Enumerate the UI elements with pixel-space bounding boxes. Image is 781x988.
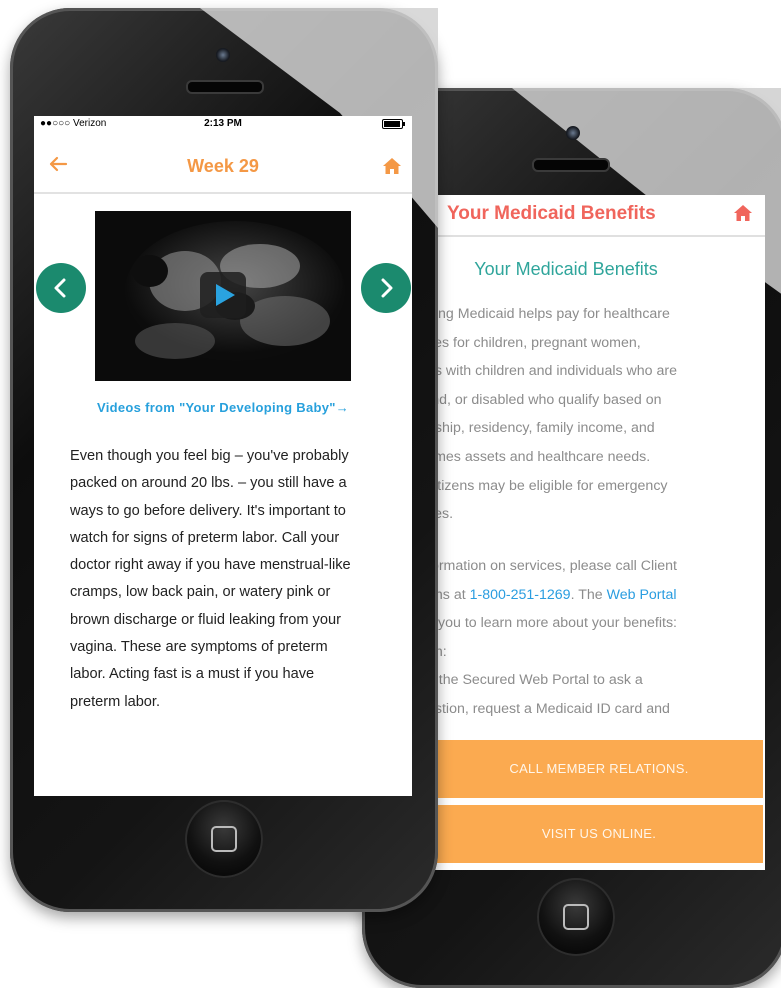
paragraph-line: ces for children, pregnant women, xyxy=(435,334,641,351)
nav-bar: Week 29 xyxy=(34,132,412,194)
play-button[interactable] xyxy=(200,272,246,318)
paragraph-text: ons at xyxy=(435,586,466,603)
phone-number-link[interactable]: 1-800-251-1269 xyxy=(470,587,571,603)
chevron-right-icon xyxy=(381,278,393,298)
nav-title: Your Medicaid Benefits xyxy=(447,203,656,224)
paragraph-line: ces. xyxy=(435,506,454,523)
back-phone-screen: Your Medicaid Benefits Your Medicaid Ben… xyxy=(435,195,765,870)
paragraph-line: estion, request a Medicaid ID card and xyxy=(435,700,670,717)
paragraph-line: times assets and healthcare needs. xyxy=(435,448,651,465)
paragraph-line: blind, or disabled who qualify based on xyxy=(435,391,662,408)
paragraph-line: formation on services, please call Clien… xyxy=(435,558,677,574)
body-line: labor. Acting fast is a must if you have xyxy=(70,666,315,683)
paragraph-line: es with children and individuals who are xyxy=(435,363,677,380)
paragraph-line: citizens may be eligible for emergency xyxy=(435,477,668,494)
clock: 2:13 PM xyxy=(204,118,242,129)
nav-bar: Your Medicaid Benefits xyxy=(435,195,765,237)
speaker-grille xyxy=(186,80,264,94)
front-phone-frame: ●●○○○ Verizon 2:13 PM Week 29 Videos fro… xyxy=(10,8,438,912)
play-icon xyxy=(216,284,235,306)
next-button[interactable] xyxy=(361,263,411,313)
body-line: watch for signs of preterm labor. Call y… xyxy=(70,529,340,546)
paragraph-text: . The xyxy=(570,586,607,603)
home-button[interactable] xyxy=(537,878,615,956)
video-caption-link[interactable]: Videos from "Your Developing Baby"→ xyxy=(34,400,412,415)
call-member-relations-button[interactable]: CALL MEMBER RELATIONS. xyxy=(435,740,763,798)
paragraph-line: ons at 1-800-251-1269. The Web Portal xyxy=(435,581,677,610)
front-phone-screen: ●●○○○ Verizon 2:13 PM Week 29 Videos fro… xyxy=(34,116,412,796)
battery-icon xyxy=(382,119,405,129)
speaker-grille xyxy=(532,158,610,172)
camera-icon xyxy=(216,48,230,62)
body-line: Even though you feel big – you've probab… xyxy=(70,448,349,464)
paragraph-line: nship, residency, family income, and xyxy=(435,420,655,437)
chevron-left-icon xyxy=(54,278,66,298)
paragraph-line: to the Secured Web Portal to ask a xyxy=(435,672,643,689)
week-description: Even though you feel big – you've probab… xyxy=(70,443,400,716)
contact-paragraph: formation on services, please call Clien… xyxy=(435,552,677,724)
page-heading: Your Medicaid Benefits xyxy=(474,259,658,279)
home-icon[interactable] xyxy=(733,204,753,222)
camera-icon xyxy=(566,126,580,140)
benefits-paragraph: ning Medicaid helps pay for healthcare c… xyxy=(435,300,677,529)
body-line: cramps, low back pain, or watery pink or xyxy=(70,584,331,601)
body-line: packed on around 20 lbs. – you still hav… xyxy=(70,475,347,492)
paragraph-line: s you to learn more about your benefits: xyxy=(435,615,677,632)
body-line: vagina. These are symptoms of preterm xyxy=(70,639,328,656)
paragraph-line: an: xyxy=(435,643,447,660)
body-line: preterm labor. xyxy=(70,693,161,710)
visit-us-online-button[interactable]: VISIT US ONLINE. xyxy=(435,805,763,863)
home-button[interactable] xyxy=(185,800,263,878)
home-icon[interactable] xyxy=(382,157,402,175)
video-thumbnail[interactable] xyxy=(95,211,351,381)
web-portal-link[interactable]: Web Portal xyxy=(607,587,677,603)
status-bar: ●●○○○ Verizon 2:13 PM xyxy=(34,116,412,132)
body-line: doctor right away if you have menstrual-… xyxy=(70,557,351,574)
previous-button[interactable] xyxy=(36,263,86,313)
body-line: brown discharge or fluid leaking from yo… xyxy=(70,611,341,628)
body-line: ways to go before delivery. It's importa… xyxy=(70,502,346,519)
paragraph-line: ning Medicaid helps pay for healthcare xyxy=(435,306,670,322)
page-title: Week 29 xyxy=(187,156,259,176)
